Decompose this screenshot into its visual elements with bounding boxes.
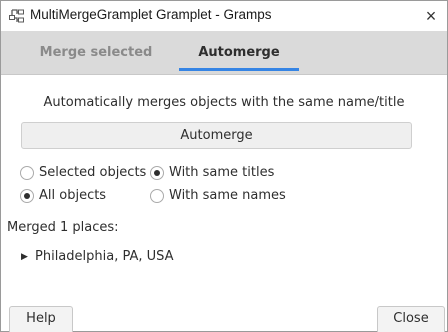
radio-indicator[interactable] [20, 189, 34, 203]
radio-same-names[interactable]: With same names [150, 187, 300, 205]
active-tab-indicator [179, 68, 299, 71]
footer-bar: Help Close [1, 306, 447, 332]
close-icon[interactable]: × [417, 1, 445, 31]
gramps-tree-icon [8, 8, 25, 24]
window-title: MultiMergeGramplet Gramplet - Gramps [30, 7, 272, 22]
radio-all-objects[interactable]: All objects [20, 187, 140, 205]
close-button[interactable]: Close [377, 306, 445, 332]
help-button[interactable]: Help [9, 306, 73, 332]
gramplet-window: MultiMergeGramplet Gramplet - Gramps × M… [0, 0, 448, 332]
radio-same-titles[interactable]: With same titles [150, 164, 290, 182]
merge-result-label: Merged 1 places: [7, 220, 119, 235]
radio-indicator[interactable] [150, 189, 164, 203]
radio-indicator[interactable] [150, 166, 164, 180]
automerge-description: Automatically merges objects with the sa… [43, 95, 405, 110]
automerge-button[interactable]: Automerge [21, 122, 412, 149]
radio-indicator[interactable] [20, 166, 34, 180]
tab-merge-selected[interactable]: Merge selected [17, 45, 175, 75]
radio-label: With same names [169, 188, 286, 203]
title-bar[interactable]: MultiMergeGramplet Gramplet - Gramps × [1, 1, 447, 31]
radio-label: All objects [39, 188, 107, 203]
radio-selected-objects[interactable]: Selected objects [20, 164, 146, 182]
radio-label: Selected objects [39, 165, 147, 180]
radio-label: With same titles [169, 165, 275, 180]
result-place-label: Philadelphia, PA, USA [35, 249, 174, 264]
automerge-panel: Automatically merges objects with the sa… [1, 76, 447, 307]
triangle-right-icon[interactable]: ▶ [21, 248, 28, 266]
